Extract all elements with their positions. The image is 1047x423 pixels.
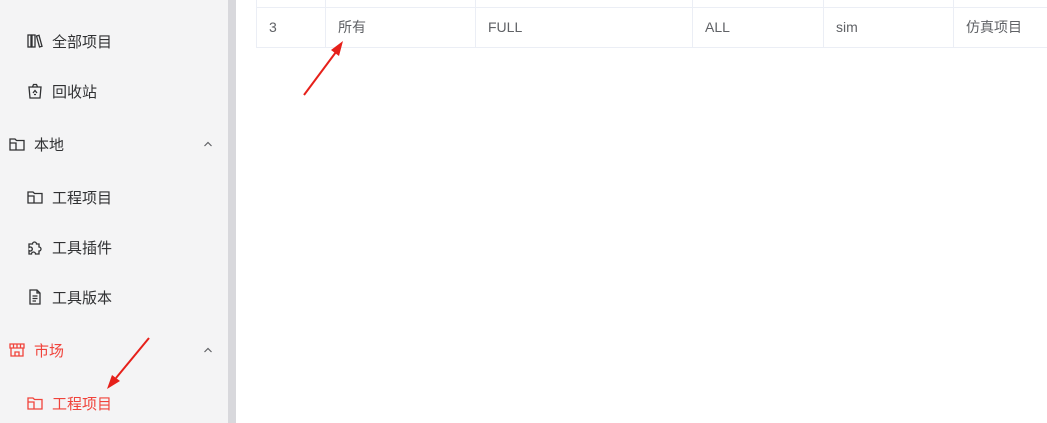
table-cell-type: FULL [476, 7, 693, 47]
table-row[interactable]: 3 所有 FULL ALL sim 仿真项目 [256, 7, 1047, 48]
trash-bin-icon [26, 82, 44, 100]
sidebar-divider[interactable] [228, 0, 236, 423]
sidebar-item-label: 工具插件 [52, 239, 113, 257]
document-icon [26, 288, 44, 306]
sidebar: 全部项目 回收站 本地 工程项目 工具插件 工具版本 市场 工程项目 [0, 0, 228, 423]
sidebar-item-local-projects[interactable]: 工程项目 [0, 179, 228, 215]
sidebar-item-tool-plugins[interactable]: 工具插件 [0, 229, 228, 265]
chevron-up-icon [202, 137, 214, 149]
table-cell-category: 仿真项目 [966, 19, 1022, 35]
sidebar-group-local[interactable]: 本地 [0, 126, 228, 162]
books-icon [26, 32, 44, 50]
sidebar-item-recycle-bin[interactable]: 回收站 [0, 73, 228, 109]
chevron-up-icon [202, 343, 214, 355]
sidebar-item-market-projects[interactable]: 工程项目 [0, 385, 228, 421]
sidebar-item-label: 回收站 [52, 83, 98, 101]
table-cell-id: 3 [256, 7, 326, 47]
sidebar-item-label: 工程项目 [52, 189, 113, 207]
sidebar-item-label: 全部项目 [52, 33, 113, 51]
table-cell-code: sim [824, 7, 954, 47]
folder-icon [26, 394, 44, 412]
sidebar-group-label: 市场 [34, 342, 65, 360]
sidebar-item-tool-versions[interactable]: 工具版本 [0, 279, 228, 315]
sidebar-group-label: 本地 [34, 136, 65, 154]
sidebar-item-label: 工具版本 [52, 289, 113, 307]
puzzle-icon [26, 238, 44, 256]
table-cell-level: ALL [693, 7, 824, 47]
folder-icon [26, 188, 44, 206]
annotation-arrow [303, 41, 343, 96]
sidebar-item-label: 工程项目 [52, 395, 113, 413]
shop-icon [8, 341, 26, 359]
sidebar-item-all-projects[interactable]: 全部项目 [0, 23, 228, 59]
sidebar-group-market[interactable]: 市场 [0, 332, 228, 368]
folder-icon [8, 135, 26, 153]
table-cell-scope: 所有 [326, 7, 476, 47]
